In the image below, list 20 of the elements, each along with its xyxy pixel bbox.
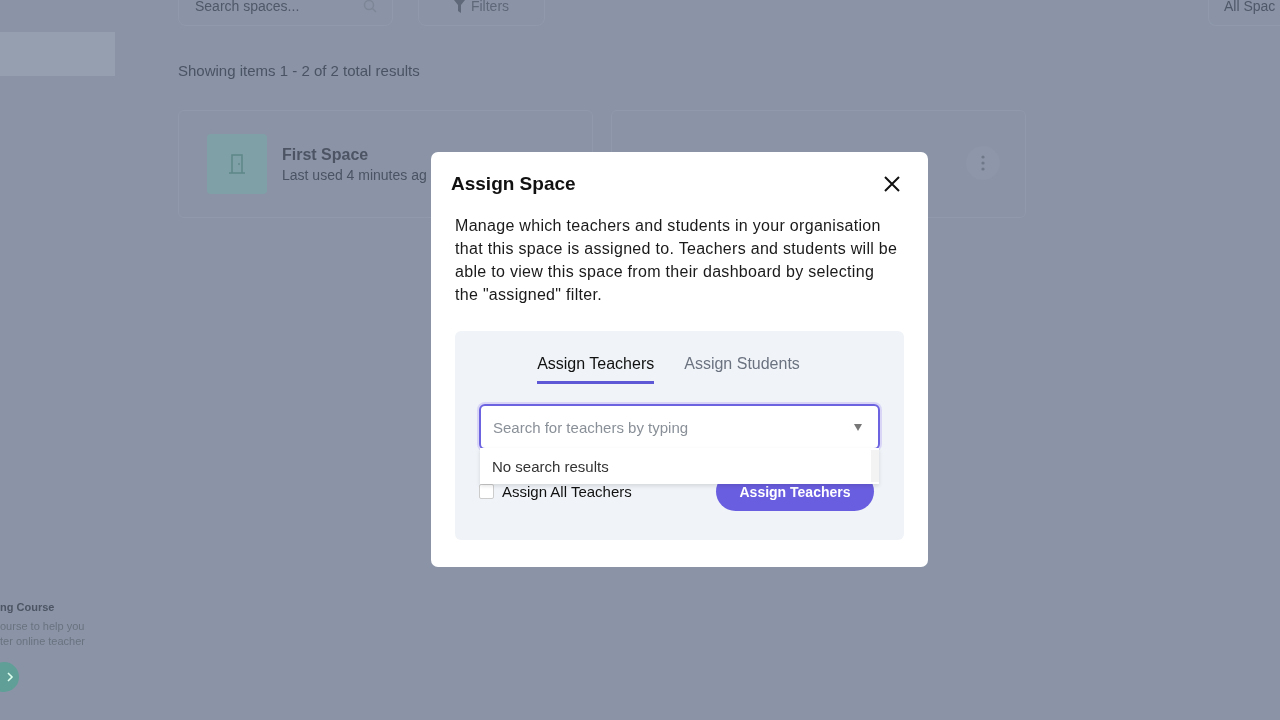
promo-title: ng Course bbox=[0, 601, 56, 613]
results-summary: Showing items 1 - 2 of 2 total results bbox=[178, 62, 421, 79]
scrollbar[interactable] bbox=[871, 450, 879, 482]
tab[interactable]: Assign Teachers bbox=[537, 351, 655, 384]
teacher-search-field[interactable]: Search for teachers by typing bbox=[479, 404, 880, 450]
checkbox[interactable] bbox=[479, 484, 494, 499]
view-select[interactable]: All Spac bbox=[1208, 0, 1280, 26]
funnel-icon bbox=[453, 0, 465, 13]
dialog-title: Assign Space bbox=[451, 173, 576, 195]
space-subtitle: Last used 4 minutes ag bbox=[282, 166, 427, 183]
caret-icon bbox=[854, 424, 862, 431]
no-results-message: No search results bbox=[492, 457, 610, 475]
search-field[interactable]: Search spaces... bbox=[178, 0, 393, 26]
close-icon bbox=[884, 176, 900, 192]
tab[interactable]: Assign Students bbox=[684, 351, 800, 384]
checkbox-label: Assign All Teachers bbox=[502, 483, 632, 500]
dialog-description: Manage which teachers and students in your organisation that this space is assigned to. Teachers and students will be able to view this space from their dashboard by selecting the "assigned" filter. bbox=[455, 216, 899, 305]
door-icon bbox=[207, 134, 267, 194]
more-icon bbox=[981, 155, 985, 171]
space-title: First Space bbox=[282, 145, 370, 164]
